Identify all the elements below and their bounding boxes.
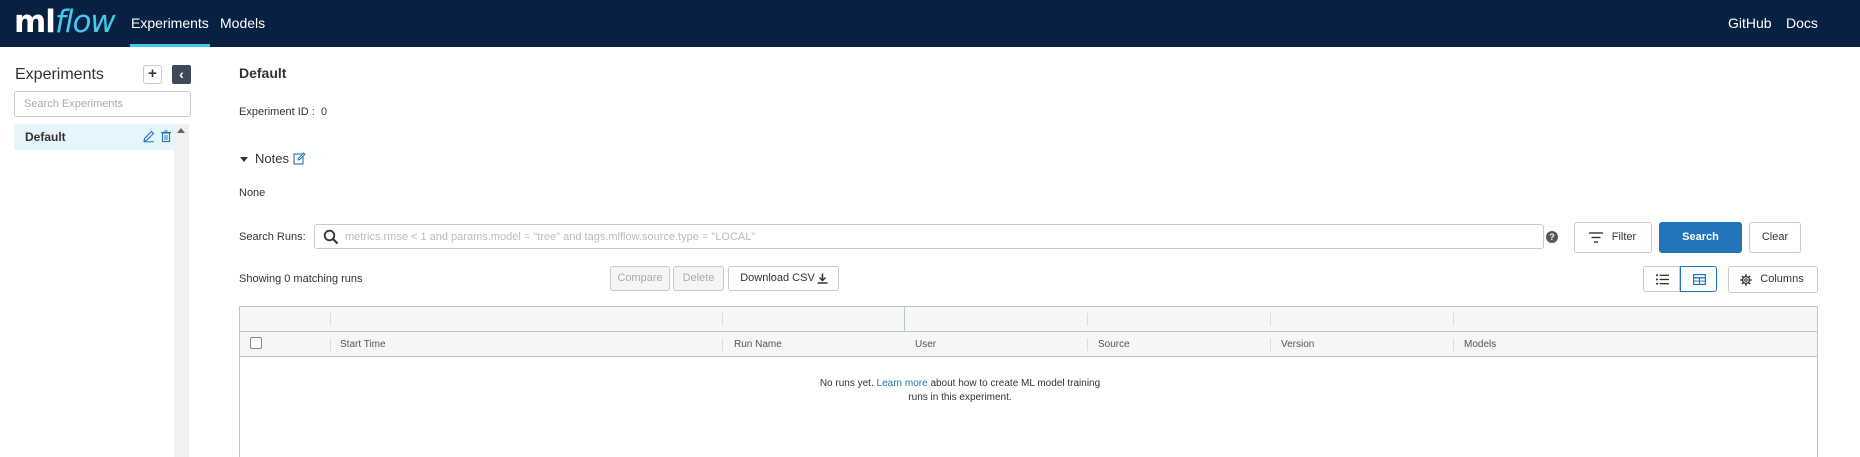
delete-button[interactable]: Delete (673, 266, 724, 291)
column-separator (1087, 338, 1088, 351)
matching-runs-count: Showing 0 matching runs (239, 273, 363, 285)
learn-more-link[interactable]: Learn more (877, 378, 928, 389)
empty-runs-suffix-2: runs in this experiment. (908, 392, 1012, 403)
nav-github[interactable]: GitHub (1728, 0, 1772, 47)
experiments-sidebar: Experiments + ‹ Default (0, 47, 191, 457)
edit-icon[interactable] (142, 129, 156, 143)
notes-caret-icon[interactable] (239, 155, 249, 165)
filter-icon (1589, 232, 1603, 243)
download-csv-label: Download CSV (740, 272, 815, 284)
column-separator (1453, 338, 1454, 351)
notes-label[interactable]: Notes (255, 151, 289, 166)
page-title: Default (239, 65, 287, 81)
table-view-button[interactable] (1680, 266, 1717, 292)
experiment-view: Default Experiment ID : 0 Notes None Sea… (239, 47, 1860, 457)
column-header-user[interactable]: User (915, 339, 936, 350)
nav-docs[interactable]: Docs (1786, 0, 1818, 47)
trash-icon[interactable] (159, 129, 173, 143)
column-header-source[interactable]: Source (1098, 339, 1130, 350)
collapse-sidebar-button[interactable]: ‹ (172, 65, 191, 84)
column-separator (722, 313, 723, 326)
sidebar-scrollbar[interactable] (174, 124, 189, 457)
filter-button-label: Filter (1611, 231, 1637, 243)
runs-table: Start Time Run Name User Source Version … (239, 306, 1818, 457)
search-runs-input[interactable] (345, 227, 1535, 247)
help-icon[interactable]: ? (1546, 231, 1558, 243)
experiment-id-label: Experiment ID : (239, 106, 315, 118)
search-button[interactable]: Search (1659, 222, 1742, 253)
table-view-icon (1693, 274, 1706, 285)
search-experiments-input[interactable] (14, 91, 191, 117)
column-separator (1453, 313, 1454, 326)
list-view-button[interactable] (1643, 266, 1680, 292)
select-all-checkbox[interactable] (250, 337, 262, 349)
search-icon (323, 229, 339, 245)
download-icon (817, 273, 828, 284)
columns-button[interactable]: Columns (1728, 266, 1818, 293)
scroll-up-arrow-icon[interactable] (177, 128, 185, 133)
top-navbar: mlflow Experiments Models GitHub Docs (0, 0, 1860, 47)
column-header-version[interactable]: Version (1281, 339, 1314, 350)
edit-notes-icon[interactable] (293, 152, 306, 165)
nav-models[interactable]: Models (220, 0, 265, 47)
compare-button[interactable]: Compare (610, 266, 670, 291)
column-header-run-name[interactable]: Run Name (734, 339, 782, 350)
search-runs-label: Search Runs: (239, 231, 306, 243)
column-separator (1087, 313, 1088, 326)
experiment-id-value: 0 (321, 106, 328, 118)
clear-button[interactable]: Clear (1749, 222, 1801, 253)
mlflow-logo[interactable]: mlflow (14, 4, 116, 40)
empty-runs-prefix: No runs yet. (819, 378, 874, 389)
table-group-header-row (240, 307, 1817, 332)
sidebar-title: Experiments (15, 66, 104, 83)
empty-runs-message: No runs yet. Learn more about how to cre… (810, 377, 1110, 405)
nav-experiments[interactable]: Experiments (130, 0, 210, 47)
empty-runs-suffix-1: about how to create ML model training (930, 378, 1101, 389)
column-separator (1270, 313, 1271, 326)
download-csv-button[interactable]: Download CSV (728, 266, 839, 291)
filter-button[interactable]: Filter (1574, 222, 1652, 253)
column-separator (330, 313, 331, 326)
columns-button-label: Columns (1760, 273, 1804, 285)
table-header-row: Start Time Run Name User Source Version … (240, 332, 1817, 357)
column-separator (722, 338, 723, 351)
search-runs-box[interactable] (314, 224, 1544, 249)
column-header-start-time[interactable]: Start Time (340, 339, 386, 350)
column-separator (1270, 338, 1271, 351)
add-experiment-button[interactable]: + (143, 65, 162, 84)
gear-icon (1740, 274, 1752, 286)
column-header-models[interactable]: Models (1464, 339, 1496, 350)
sidebar-item-default[interactable]: Default (14, 124, 174, 150)
list-view-icon (1656, 274, 1669, 285)
sidebar-item-label: Default (25, 130, 66, 144)
column-separator (330, 338, 331, 351)
notes-value: None (239, 187, 266, 199)
